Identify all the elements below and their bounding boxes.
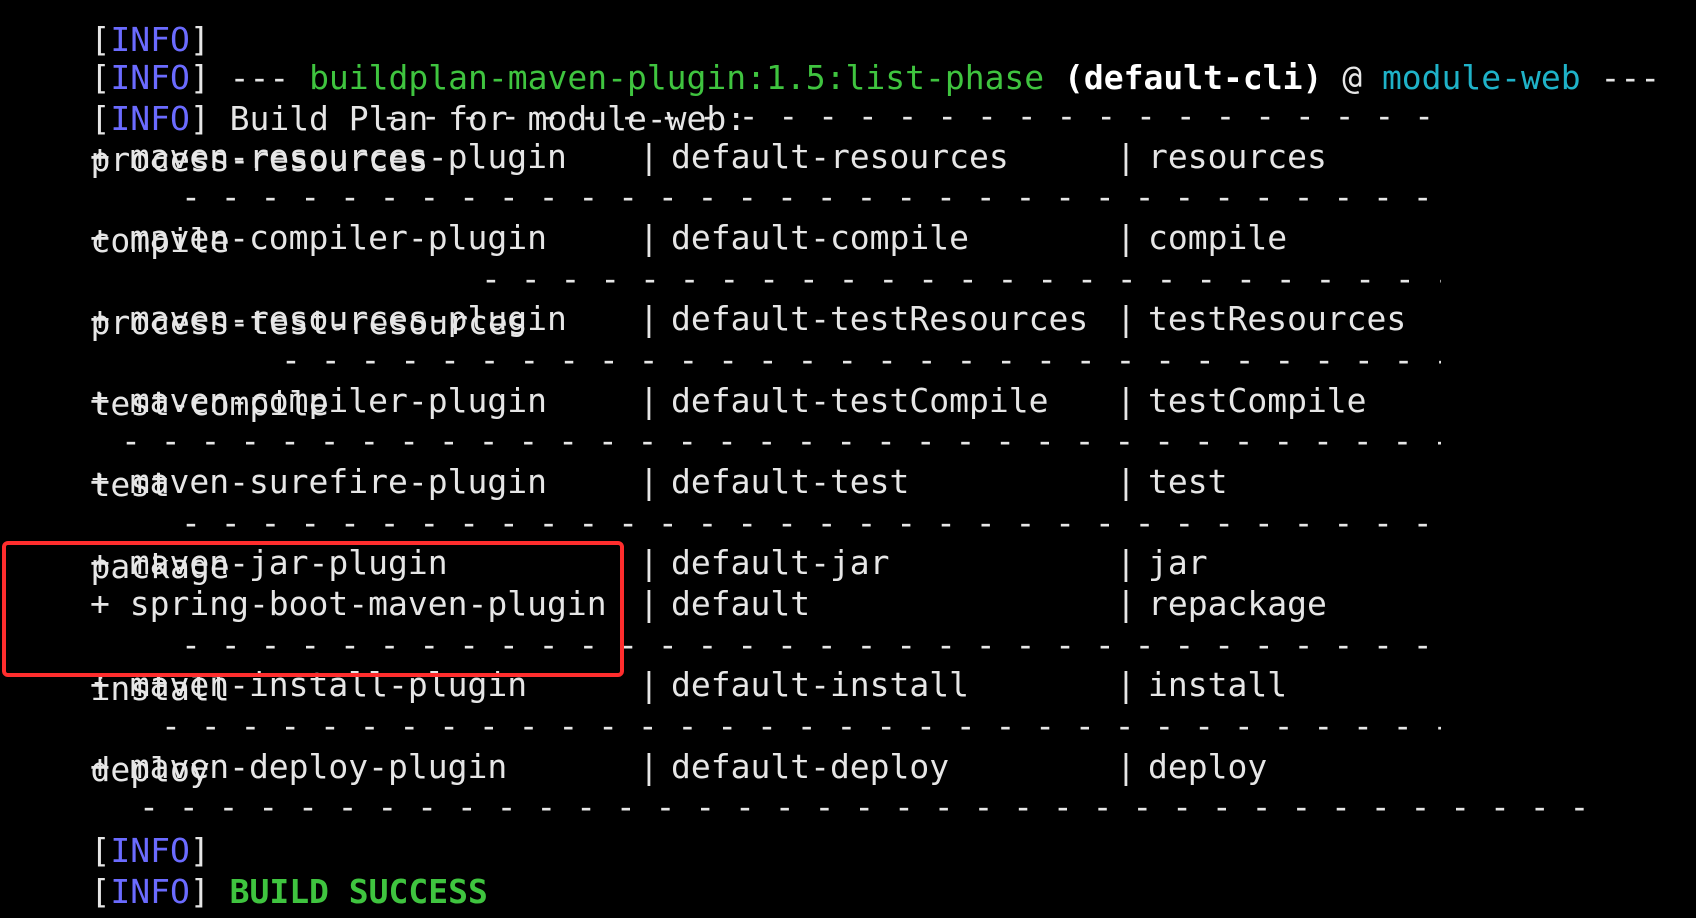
plugin-name: + maven-surefire-plugin — [90, 462, 547, 501]
column-separator: | — [1116, 747, 1136, 786]
goal-name: test — [1148, 462, 1228, 501]
plugin-row: + maven-resources-plugin | default-resou… — [11, 135, 1327, 179]
plugin-row: + maven-install-plugin | default-install… — [11, 663, 1287, 707]
phase-divider: - - - - - - - - - - - - - - - - - - - - … — [181, 625, 1433, 664]
log-divider: - - - - - - - - - - - - - - - - - - - - … — [139, 787, 1590, 826]
execution-id: default-jar — [671, 543, 890, 582]
phase-row-package: package - - - - - - - - - - - - - - - - … — [11, 501, 1441, 586]
phase-divider: - - - - - - - - - - - - - - - - - - - - … — [121, 421, 1441, 460]
plugin-name: + maven-install-plugin — [90, 665, 528, 704]
log-line-build-plan: [INFO] Build Plan for module-web: — [11, 53, 746, 138]
phase-row-compile: compile - - - - - - - - - - - - - - - - … — [11, 175, 1441, 260]
phase-divider: - - - - - - - - - - - - - - - - - - - - … — [381, 96, 1434, 135]
plugin-name: + maven-deploy-plugin — [90, 747, 508, 786]
execution-id: default-deploy — [671, 747, 950, 786]
phase-divider: - - - - - - - - - - - - - - - - - - - - … — [481, 259, 1441, 298]
goal-name: resources — [1148, 137, 1327, 176]
goal-name: testCompile — [1148, 381, 1367, 420]
phase-row-test-compile: test-compile - - - - - - - - - - - - - -… — [11, 338, 1441, 423]
plugin-row: + maven-resources-plugin | default-testR… — [11, 297, 1406, 341]
phase-divider: - - - - - - - - - - - - - - - - - - - - … — [281, 340, 1441, 379]
execution-id: default-testCompile — [671, 381, 1049, 420]
goal-name: compile — [1148, 218, 1288, 257]
execution-id: default-resources — [671, 137, 1009, 176]
plugin-name: + maven-resources-plugin — [90, 137, 567, 176]
build-success-text: BUILD SUCCESS — [209, 872, 488, 911]
terminal-window[interactable]: [INFO] [INFO] --- buildplan-maven-plugin… — [0, 0, 1696, 918]
column-separator: | — [639, 381, 659, 420]
execution-id: default — [671, 584, 811, 623]
module-name: module-web — [1381, 58, 1581, 97]
column-separator: | — [639, 462, 659, 501]
info-tag: INFO — [110, 872, 190, 911]
goal-name: install — [1148, 665, 1288, 704]
column-separator: | — [639, 218, 659, 257]
phase-row-deploy: deploy - - - - - - - - - - - - - - - - -… — [11, 704, 1441, 789]
column-separator: | — [639, 543, 659, 582]
column-separator: | — [639, 665, 659, 704]
phase-row-process-test-resources: process-test-resources - - - - - - - - -… — [11, 257, 1441, 342]
execution-id: default-test — [671, 462, 910, 501]
phase-row-test: test - - - - - - - - - - - - - - - - - -… — [11, 419, 1441, 504]
column-separator: | — [1116, 137, 1136, 176]
plugin-row: + maven-compiler-plugin | default-testCo… — [11, 379, 1367, 423]
column-separator: | — [639, 137, 659, 176]
column-separator: | — [639, 299, 659, 338]
log-line-build-status: [INFO] BUILD SUCCESS — [11, 826, 487, 911]
plugin-name: + maven-resources-plugin — [90, 299, 567, 338]
plugin-name: + spring-boot-maven-plugin — [90, 584, 607, 623]
phase-divider: - - - - - - - - - - - - - - - - - - - - … — [161, 706, 1441, 745]
plugin-row: + maven-jar-plugin | default-jar | jar — [11, 541, 1208, 585]
log-line-plugin-header: [INFO] --- buildplan-maven-plugin:1.5:li… — [11, 12, 1660, 97]
column-separator: | — [639, 747, 659, 786]
phase-divider: - - - - - - - - - - - - - - - - - - - - … — [181, 177, 1433, 216]
goal-name: testResources — [1148, 299, 1407, 338]
execution-id: default-install — [671, 665, 970, 704]
separator-close: --- — [1580, 58, 1661, 97]
execution-id: default-compile — [671, 218, 970, 257]
goal-name: repackage — [1148, 584, 1327, 623]
phase-row-install: install - - - - - - - - - - - - - - - - … — [11, 623, 1441, 708]
execution-id: default-testResources — [671, 299, 1089, 338]
plugin-name: + maven-compiler-plugin — [90, 381, 547, 420]
plugin-row: + maven-deploy-plugin | default-deploy |… — [11, 745, 1267, 789]
column-separator: | — [1116, 543, 1136, 582]
column-separator: | — [1116, 665, 1136, 704]
phase-row-process-resources: process-resources - - - - - - - - - - - … — [11, 94, 1441, 179]
column-separator: | — [639, 584, 659, 623]
goal-name: jar — [1148, 543, 1208, 582]
column-separator: | — [1116, 218, 1136, 257]
plugin-row: + maven-compiler-plugin | default-compil… — [11, 216, 1287, 260]
goal-name: deploy — [1148, 747, 1268, 786]
bracket-open: [ — [90, 872, 111, 911]
bracket-close: ] — [189, 872, 210, 911]
plugin-name: + maven-jar-plugin — [90, 543, 448, 582]
column-separator: | — [1116, 381, 1136, 420]
log-line-separator: [INFO] - - - - - - - - - - - - - - - - -… — [11, 785, 1601, 870]
column-separator: | — [1116, 462, 1136, 501]
plugin-row: + maven-surefire-plugin | default-test |… — [11, 460, 1227, 504]
plugin-row: + spring-boot-maven-plugin | default | r… — [11, 582, 1327, 626]
at-sign: @ — [1342, 58, 1382, 97]
column-separator: | — [1116, 299, 1136, 338]
plugin-name: + maven-compiler-plugin — [90, 218, 547, 257]
phase-divider: - - - - - - - - - - - - - - - - - - - - … — [181, 503, 1433, 542]
column-separator: | — [1116, 584, 1136, 623]
execution-id: (default-cli) — [1044, 58, 1343, 97]
